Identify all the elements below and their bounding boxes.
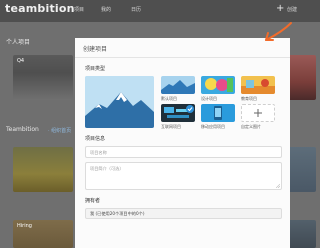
project-name-input[interactable]: 项目名称 (85, 146, 282, 158)
org-title: Teambition (6, 126, 39, 133)
design-project-image-icon (201, 76, 235, 94)
type-label-custom: 自定义图片 (241, 124, 261, 129)
nav-item-projects[interactable]: 项目 (74, 6, 84, 13)
project-description-placeholder: 项目简介（可选） (90, 166, 124, 171)
type-thumb-mobile[interactable] (201, 104, 235, 122)
project-card[interactable]: Hiring (13, 220, 73, 248)
type-thumb-education[interactable] (241, 76, 275, 94)
type-label-internet: 互联网项目 (161, 124, 181, 129)
default-project-image-icon (161, 76, 195, 94)
owner-value: 我 (已使用20个项目中的0个) (90, 211, 145, 216)
personal-projects-title: 个人项目 (6, 39, 31, 46)
app-logo[interactable]: teambition (5, 2, 75, 15)
create-project-modal: 创建项目 项目类型 默认项目 设计项目 教育项目 互联网项目 移动应用项目 自定… (75, 38, 290, 248)
nav-item-mine[interactable]: 我的 (101, 6, 111, 13)
project-info-label: 项目信息 (85, 136, 106, 142)
type-label-design: 设计项目 (201, 96, 217, 101)
create-link[interactable]: 创建 (287, 6, 297, 13)
owner-label: 拥有者 (85, 198, 101, 204)
type-thumb-default[interactable] (161, 76, 195, 94)
resize-handle-icon[interactable] (276, 184, 280, 188)
plus-icon[interactable]: + (276, 3, 284, 14)
annotation-arrow-icon (265, 22, 292, 41)
nav-item-calendar[interactable]: 日历 (131, 6, 141, 13)
mountain-image-icon (85, 76, 154, 128)
type-thumb-custom[interactable] (241, 104, 275, 122)
project-cover-preview (85, 76, 154, 128)
project-card-label: Hiring (17, 223, 32, 229)
education-project-image-icon (241, 76, 275, 94)
mobile-project-image-icon (201, 104, 235, 122)
type-label-mobile: 移动应用项目 (201, 124, 225, 129)
type-label-default: 默认项目 (161, 96, 177, 101)
project-type-label: 项目类型 (85, 66, 106, 72)
org-home-link[interactable]: · 组织首页 (48, 127, 71, 134)
selected-check-icon (186, 105, 194, 113)
project-card[interactable]: Q4 (13, 55, 73, 100)
type-label-education: 教育项目 (241, 96, 257, 101)
project-card-label: Q4 (17, 58, 25, 64)
owner-select[interactable]: 我 (已使用20个项目中的0个) (85, 208, 282, 219)
project-card[interactable] (13, 147, 73, 192)
project-description-textarea[interactable]: 项目简介（可选） (85, 162, 282, 190)
top-bar: teambition 项目 我的 日历 + 创建 (0, 0, 320, 22)
plus-icon (254, 109, 262, 117)
project-name-placeholder: 项目名称 (90, 150, 107, 155)
type-thumb-design[interactable] (201, 76, 235, 94)
modal-title: 创建项目 (83, 46, 108, 53)
